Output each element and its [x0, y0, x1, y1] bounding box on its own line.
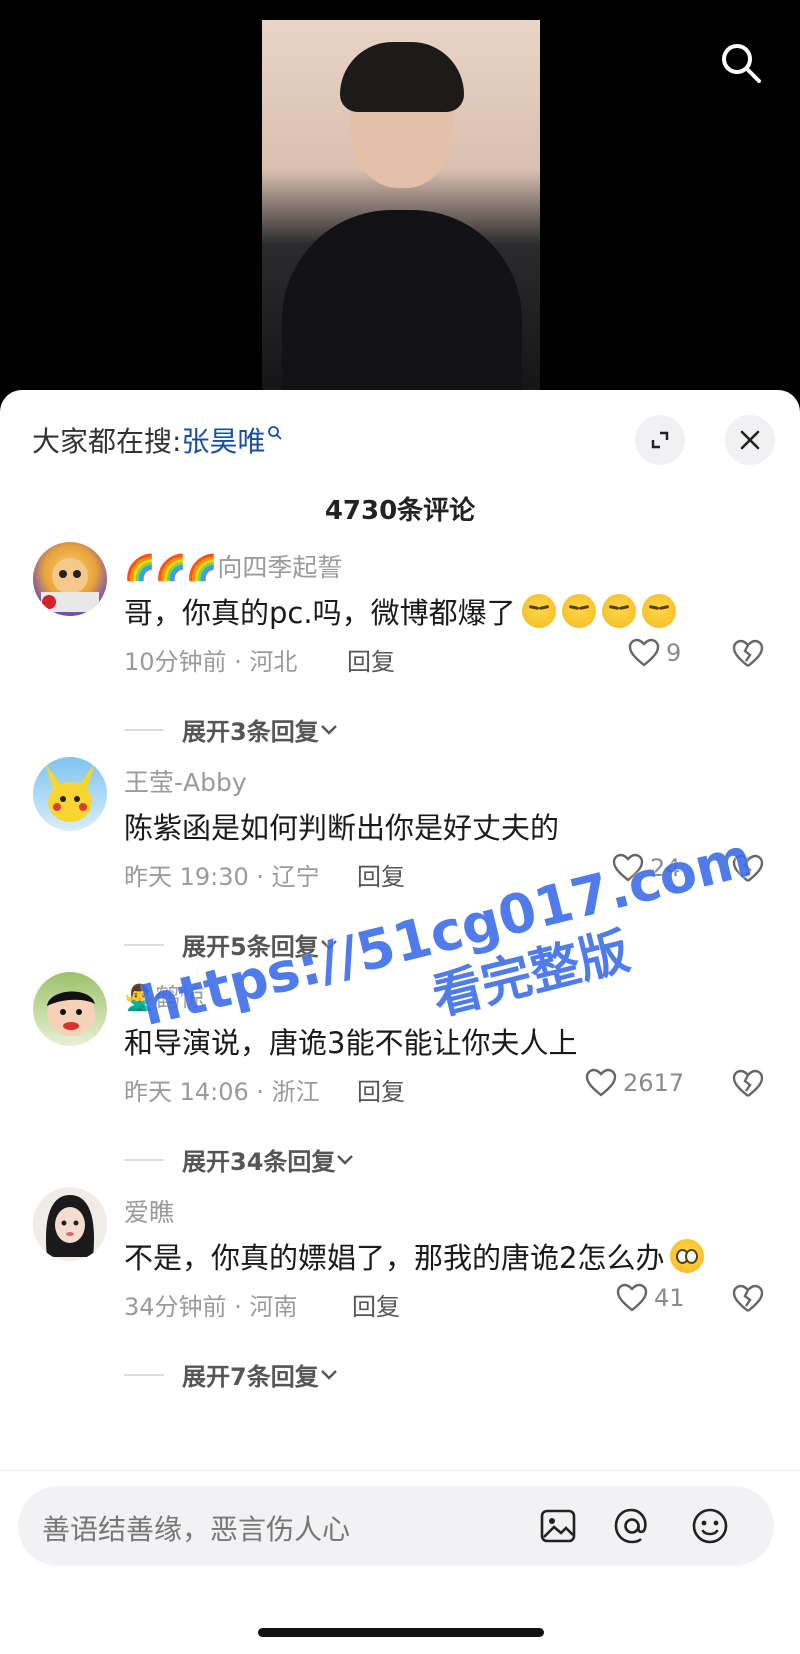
video-person-hair	[340, 42, 464, 112]
smirk-emoji-icon	[601, 594, 636, 628]
like-button[interactable]: 2617	[585, 1068, 684, 1098]
expand-replies[interactable]: 展开5条回复	[124, 927, 339, 962]
comments-count-title: 4730条评论	[324, 496, 476, 526]
emoji-icon[interactable]	[688, 1504, 732, 1548]
comment-text: 哥，你真的pc.吗，微博都爆了	[124, 590, 676, 632]
reply-button[interactable]: 回复	[347, 642, 395, 677]
like-button[interactable]: 9	[628, 638, 681, 668]
avatar[interactable]	[33, 972, 107, 1046]
comment-sheet: 大家都在搜: 张昊唯 4730条评论 🌈🌈🌈向四季起誓 哥，你真的pc.吗，微博…	[0, 390, 800, 1654]
expand-replies-label: 展开34条回复	[182, 1148, 336, 1176]
sheet-header: 大家都在搜: 张昊唯	[0, 390, 800, 480]
reply-button[interactable]: 回复	[357, 857, 405, 892]
heart-icon	[628, 638, 660, 667]
chevron-down-icon	[320, 939, 337, 950]
expand-sheet-button[interactable]	[635, 415, 685, 465]
crying-emoji-icon	[670, 1239, 705, 1273]
like-button[interactable]: 24	[612, 853, 681, 883]
trending-search[interactable]: 大家都在搜: 张昊唯	[32, 420, 283, 460]
reply-button[interactable]: 回复	[357, 1072, 405, 1107]
like-count: 41	[654, 1284, 685, 1312]
divider-line	[124, 1158, 164, 1161]
comment-author[interactable]: 爱瞧	[124, 1193, 174, 1229]
close-button[interactable]	[725, 415, 775, 465]
trending-prefix: 大家都在搜:	[32, 425, 182, 458]
video-frame[interactable]	[262, 20, 540, 395]
expand-replies-label: 展开3条回复	[182, 718, 319, 746]
avatar[interactable]	[33, 1187, 107, 1261]
trending-keyword[interactable]: 张昊唯	[181, 420, 265, 460]
comment-input-placeholder[interactable]: 善语结善缘，恶言伤人心	[42, 1508, 350, 1548]
comment-text: 和导演说，唐诡3能不能让你夫人上	[124, 1020, 577, 1062]
comment-meta: 10分钟前 · 河北	[124, 648, 298, 676]
comment-text-body: 哥，你真的pc.吗，微博都爆了	[124, 596, 516, 630]
comment-item: 🙅‍♂️鹤惊 和导演说，唐诡3能不能让你夫人上 昨天 14:06 · 浙江 回复…	[0, 972, 800, 1192]
cartoon-avatar-icon	[41, 558, 99, 612]
broken-heart-icon[interactable]	[732, 1069, 764, 1099]
search-icon[interactable]	[718, 40, 764, 86]
close-icon	[740, 430, 760, 450]
expand-replies[interactable]: 展开3条回复	[124, 712, 339, 747]
chevron-down-icon	[337, 1154, 354, 1165]
like-button[interactable]: 41	[616, 1283, 685, 1313]
comment-author[interactable]: 🙅‍♂️鹤惊	[124, 978, 205, 1014]
comment-text: 陈紫函是如何判断出你是好丈夫的	[124, 805, 559, 847]
comment-author[interactable]: 🌈🌈🌈向四季起誓	[124, 548, 342, 584]
expand-replies-label: 展开5条回复	[182, 933, 319, 961]
video-person-torso	[282, 210, 522, 395]
expand-replies-label: 展开7条回复	[182, 1363, 319, 1391]
expand-icon	[651, 431, 669, 449]
comment-meta: 昨天 19:30 · 辽宁	[124, 863, 320, 891]
divider-line	[124, 943, 164, 946]
girl-avatar-icon	[45, 1195, 95, 1257]
smirk-emoji-icon	[561, 594, 596, 628]
comment-author[interactable]: 王莹-Abby	[124, 763, 247, 799]
pikachu-avatar-icon	[45, 763, 95, 822]
heart-icon	[612, 853, 644, 882]
reply-button[interactable]: 回复	[352, 1287, 400, 1322]
heart-icon	[616, 1283, 648, 1312]
cartoon-boy-avatar-icon	[47, 991, 95, 1036]
avatar[interactable]	[33, 542, 107, 616]
video-area[interactable]	[0, 0, 800, 395]
chevron-down-icon	[320, 724, 337, 735]
input-divider	[0, 1470, 800, 1471]
broken-heart-icon[interactable]	[732, 854, 764, 884]
expand-replies[interactable]: 展开7条回复	[124, 1357, 339, 1392]
comment-input-bar[interactable]: 善语结善缘，恶言伤人心	[18, 1486, 774, 1566]
divider-line	[124, 728, 164, 731]
smirk-emoji-icon	[521, 594, 556, 628]
comment-text: 不是，你真的嫖娼了，那我的唐诡2怎么办	[124, 1235, 705, 1277]
smirk-emoji-icon	[641, 594, 676, 628]
broken-heart-icon[interactable]	[732, 1284, 764, 1314]
chevron-down-icon	[320, 1369, 337, 1380]
comment-text-body: 不是，你真的嫖娼了，那我的唐诡2怎么办	[124, 1241, 665, 1275]
home-indicator[interactable]	[258, 1628, 544, 1637]
like-count: 24	[650, 854, 681, 882]
mention-icon[interactable]	[610, 1504, 654, 1548]
comment-meta: 昨天 14:06 · 浙江	[124, 1078, 320, 1106]
image-icon[interactable]	[536, 1504, 580, 1548]
comment-meta: 34分钟前 · 河南	[124, 1293, 298, 1321]
like-count: 2617	[623, 1069, 685, 1097]
comment-text-body: 陈紫函是如何判断出你是好丈夫的	[124, 811, 560, 845]
search-small-icon	[268, 426, 283, 440]
comment-item: 王莹-Abby 陈紫函是如何判断出你是好丈夫的 昨天 19:30 · 辽宁 回复…	[0, 757, 800, 977]
avatar[interactable]	[33, 757, 107, 831]
broken-heart-icon[interactable]	[732, 639, 764, 669]
expand-replies[interactable]: 展开34条回复	[124, 1142, 355, 1177]
like-count: 9	[666, 639, 682, 667]
comment-item: 爱瞧 不是，你真的嫖娼了，那我的唐诡2怎么办 34分钟前 · 河南 回复 41 …	[0, 1187, 800, 1407]
heart-icon	[585, 1068, 617, 1097]
comment-text-body: 和导演说，唐诡3能不能让你夫人上	[124, 1026, 578, 1060]
divider-line	[124, 1373, 164, 1376]
comment-item: 🌈🌈🌈向四季起誓 哥，你真的pc.吗，微博都爆了 10分钟前 · 河北 回复 9…	[0, 542, 800, 762]
